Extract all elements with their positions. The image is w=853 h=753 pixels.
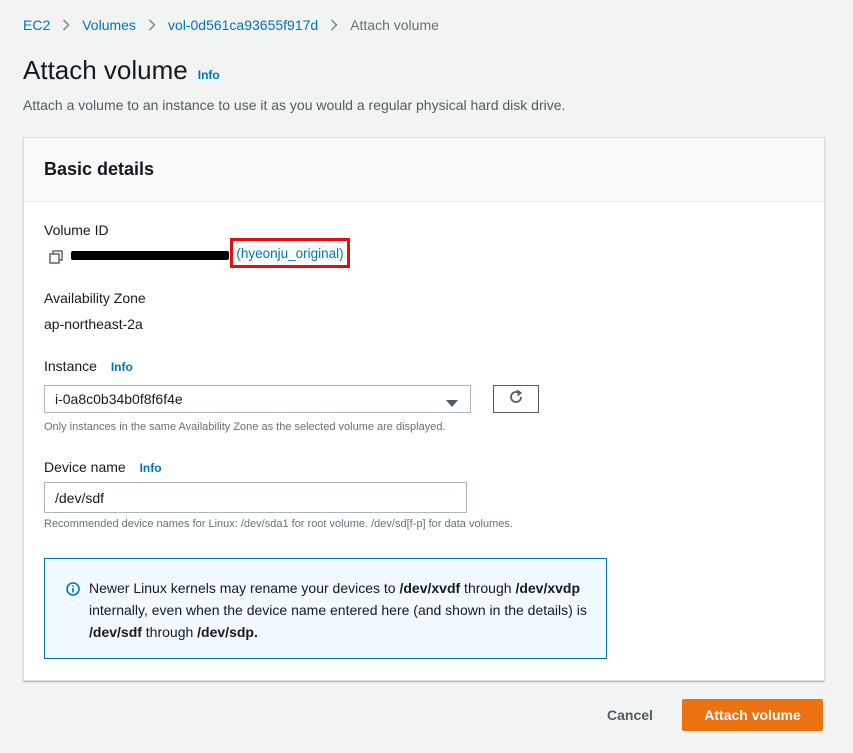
info-circle-icon [66, 582, 80, 601]
chevron-right-icon [148, 19, 156, 31]
volume-id-label: Volume ID [44, 222, 109, 238]
alert-text-3: internally, even when the device name en… [89, 602, 587, 618]
info-alert: Newer Linux kernels may rename your devi… [44, 558, 607, 659]
panel-header: Basic details [24, 138, 824, 202]
device-name-label-text: Device name [44, 459, 126, 475]
basic-details-panel: Basic details Volume ID (hyeonju_origina… [23, 137, 825, 681]
breadcrumb-current: Attach volume [350, 17, 439, 33]
refresh-button[interactable] [493, 385, 539, 413]
chevron-right-icon [62, 19, 70, 31]
alert-text: Newer Linux kernels may rename your devi… [89, 577, 599, 643]
cancel-button[interactable]: Cancel [596, 699, 664, 731]
alert-text-1: Newer Linux kernels may rename your devi… [89, 580, 400, 596]
page-subtitle: Attach a volume to an instance to use it… [23, 97, 566, 113]
volume-name-link[interactable]: (hyeonju_original) [236, 246, 343, 261]
device-name-value: /dev/sdf [55, 489, 105, 506]
device-info-link[interactable]: Info [140, 461, 162, 475]
refresh-icon [508, 389, 524, 410]
attach-volume-button[interactable]: Attach volume [682, 699, 823, 731]
alert-text-2: through [460, 580, 516, 596]
availability-zone-label: Availability Zone [44, 290, 146, 306]
alert-bold-1: /dev/xvdf [399, 580, 461, 596]
page-title: Attach volume Info [23, 55, 220, 86]
instance-info-link[interactable]: Info [111, 360, 133, 374]
breadcrumb-volumes[interactable]: Volumes [82, 17, 136, 33]
device-name-label: Device name Info [44, 459, 162, 475]
breadcrumb-ec2[interactable]: EC2 [23, 17, 50, 33]
title-info-link[interactable]: Info [198, 68, 220, 82]
instance-label: Instance Info [44, 358, 133, 374]
copy-icon[interactable] [49, 250, 63, 269]
alert-bold-3: /dev/sdf [89, 624, 142, 640]
redacted-volume-id [71, 251, 229, 260]
volume-name-highlight: (hyeonju_original) [230, 238, 350, 268]
alert-text-4: through [141, 624, 198, 640]
instance-hint: Only instances in the same Availability … [44, 421, 446, 433]
alert-bold-2: /dev/xvdp [515, 580, 581, 596]
device-name-input[interactable]: /dev/sdf [44, 482, 467, 513]
availability-zone-value: ap-northeast-2a [44, 316, 143, 332]
device-name-hint: Recommended device names for Linux: /dev… [44, 518, 513, 530]
breadcrumb-volume-id[interactable]: vol-0d561ca93655f917d [168, 17, 318, 33]
caret-down-icon [446, 395, 458, 411]
alert-bold-4: /dev/sdp. [197, 624, 258, 640]
instance-select-value: i-0a8c0b34b0f8f6f4e [55, 391, 183, 407]
page-title-text: Attach volume [23, 55, 188, 85]
breadcrumb: EC2 Volumes vol-0d561ca93655f917d Attach… [23, 17, 439, 33]
chevron-right-icon [330, 19, 338, 31]
instance-select[interactable]: i-0a8c0b34b0f8f6f4e [44, 385, 471, 413]
instance-label-text: Instance [44, 358, 97, 374]
